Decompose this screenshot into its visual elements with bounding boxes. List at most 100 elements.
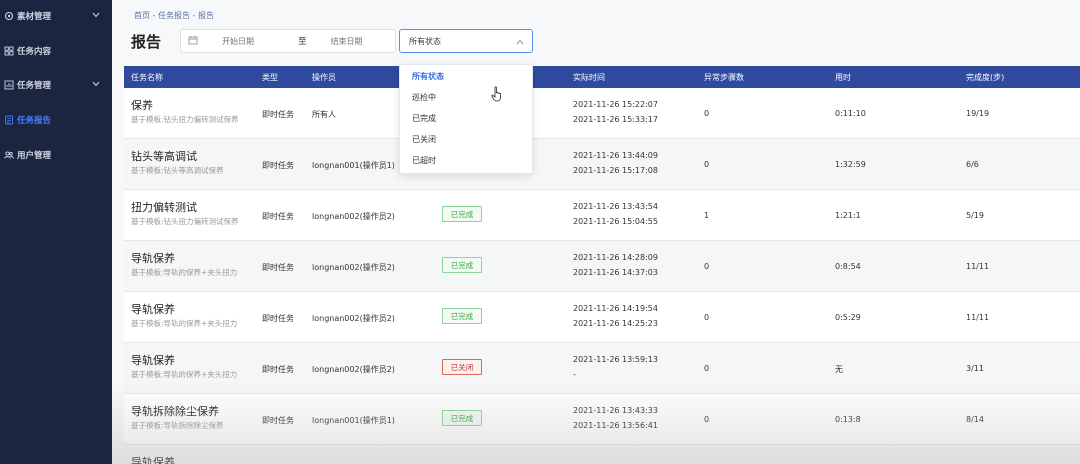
status-option-completed[interactable]: 已完成: [400, 108, 534, 129]
status-option-all[interactable]: 所有状态: [400, 66, 534, 87]
sidebar-item-user-management[interactable]: 用户管理: [0, 139, 112, 171]
completion: 11/11: [966, 313, 990, 322]
sidebar-item-label: 任务管理: [17, 81, 52, 91]
task-type: 即时任务: [262, 314, 294, 323]
report-icon: [4, 115, 14, 125]
completion: 5/19: [966, 211, 984, 220]
task-name: 导轨保养: [131, 252, 175, 265]
status-option-timeout[interactable]: 已超时: [400, 150, 534, 171]
main-content: 首页 - 任务报告 - 报告 报告 至 所有状态 任务名称 类型 操作员 实际时…: [112, 0, 1080, 464]
abnormal-steps: 0: [704, 160, 710, 169]
duration: 1:32:59: [835, 160, 866, 169]
column-header-abnormal-steps[interactable]: 异常步骤数: [704, 72, 744, 83]
start-time: 2021-11-26 13:44:09: [573, 151, 658, 160]
end-time: 2021-11-26 14:25:23: [573, 319, 658, 328]
start-time: 2021-11-26 14:19:54: [573, 304, 658, 313]
task-name: 导轨保养: [131, 354, 175, 367]
breadcrumb[interactable]: 首页 - 任务报告 - 报告: [134, 10, 214, 21]
chart-icon: [4, 80, 14, 90]
table-row[interactable]: 保养 基于模板:钻头扭力偏转测试保养 即时任务 所有人 2021-11-26 1…: [124, 88, 1080, 139]
task-type: 即时任务: [262, 110, 294, 119]
gear-icon: [4, 11, 14, 21]
completion: 6/6: [966, 160, 979, 169]
table-row[interactable]: 导轨保养 基于模板:导轨的保养+夹头扭力 即时任务 longnan002(操作员…: [124, 292, 1080, 343]
status-option-inspecting[interactable]: 巡检中: [400, 87, 534, 108]
status-badge: 已完成: [442, 410, 482, 426]
table-row[interactable]: 导轨保养 基于模板:导轨的保养+夹头扭力 即时任务 longnan002(操作员…: [124, 343, 1080, 394]
status-badge: 已完成: [442, 257, 482, 273]
table-row[interactable]: 导轨保养: [124, 445, 1080, 464]
start-time: 2021-11-26 13:43:33: [573, 406, 658, 415]
status-select[interactable]: 所有状态: [399, 29, 533, 53]
column-header-operator[interactable]: 操作员: [312, 72, 336, 83]
date-range-picker[interactable]: 至: [180, 29, 396, 53]
task-type: 即时任务: [262, 416, 294, 425]
task-type: 即时任务: [262, 212, 294, 221]
table-row[interactable]: 钻头等高调试 基于模板:钻头等高调试保养 即时任务 longnan001(操作员…: [124, 139, 1080, 190]
task-operator: longnan001(操作员1): [312, 161, 395, 170]
duration: 0:8:54: [835, 262, 861, 271]
task-name: 导轨保养: [131, 303, 175, 316]
hand-cursor-icon: [491, 86, 505, 105]
sidebar-item-task-management[interactable]: 任务管理: [0, 69, 112, 101]
sidebar-item-materials[interactable]: 素材管理: [0, 0, 112, 32]
sidebar: 素材管理 任务内容 任务管理 任务报告 用户管理: [0, 0, 112, 464]
table-row[interactable]: 导轨拆除除尘保养 基于模板:导轨拆除除尘保养 即时任务 longnan001(操…: [124, 394, 1080, 445]
status-option-closed[interactable]: 已关闭: [400, 129, 534, 150]
task-operator: longnan001(操作员1): [312, 416, 395, 425]
sidebar-item-task-content[interactable]: 任务内容: [0, 35, 112, 67]
abnormal-steps: 0: [704, 415, 710, 424]
task-operator: longnan002(操作员2): [312, 314, 395, 323]
column-header-duration[interactable]: 用时: [835, 72, 851, 83]
task-name: 保养: [131, 99, 153, 112]
duration: 0:5:29: [835, 313, 861, 322]
end-time: 2021-11-26 15:04:55: [573, 217, 658, 226]
task-type: 即时任务: [262, 263, 294, 272]
status-select-value: 所有状态: [409, 36, 441, 46]
end-date-input[interactable]: [330, 36, 391, 46]
grid-icon: [4, 46, 14, 56]
table-row[interactable]: 导轨保养 基于模板:导轨的保养+夹头扭力 即时任务 longnan002(操作员…: [124, 241, 1080, 292]
status-badge: 已完成: [442, 308, 482, 324]
abnormal-steps: 1: [704, 211, 710, 220]
status-badge: 已关闭: [442, 359, 482, 375]
column-header-name[interactable]: 任务名称: [131, 72, 163, 83]
column-header-actual-time[interactable]: 实际时间: [573, 72, 605, 83]
end-time: -: [573, 370, 576, 379]
start-date-input[interactable]: [222, 36, 272, 46]
status-dropdown-menu: 所有状态 巡检中 已完成 已关闭 已超时: [399, 64, 533, 174]
task-template: 基于模板:钻头扭力偏转测试保养: [131, 217, 239, 226]
start-time: 2021-11-26 13:43:54: [573, 202, 658, 211]
task-template: 基于模板:钻头扭力偏转测试保养: [131, 115, 239, 124]
duration: 0:11:10: [835, 109, 866, 118]
chevron-down-icon: [92, 80, 100, 90]
end-time: 2021-11-26 14:37:03: [573, 268, 658, 277]
task-template: 基于模板:导轨的保养+夹头扭力: [131, 370, 238, 379]
sidebar-item-label: 任务内容: [17, 47, 52, 57]
start-time: 2021-11-26 13:59:13: [573, 355, 658, 364]
completion: 3/11: [966, 364, 984, 373]
users-icon: [4, 150, 14, 160]
task-name: 扭力偏转测试: [131, 201, 197, 214]
calendar-icon: [188, 35, 198, 48]
end-time: 2021-11-26 15:33:17: [573, 115, 658, 124]
start-time: 2021-11-26 15:22:07: [573, 100, 658, 109]
column-header-completion[interactable]: 完成度(步): [966, 72, 1004, 83]
task-type: 即时任务: [262, 161, 294, 170]
completion: 8/14: [966, 415, 984, 424]
task-template: 基于模板:导轨的保养+夹头扭力: [131, 268, 238, 277]
page-title: 报告: [131, 33, 162, 51]
abnormal-steps: 0: [704, 364, 710, 373]
sidebar-item-label: 任务报告: [17, 116, 52, 126]
task-operator: longnan002(操作员2): [312, 263, 395, 272]
sidebar-item-task-report[interactable]: 任务报告: [0, 104, 112, 136]
task-name: 钻头等高调试: [131, 150, 197, 163]
column-header-type[interactable]: 类型: [262, 72, 278, 83]
task-template: 基于模板:导轨的保养+夹头扭力: [131, 319, 238, 328]
task-template: 基于模板:钻头等高调试保养: [131, 166, 224, 175]
sidebar-item-label: 用户管理: [17, 151, 52, 161]
task-operator: 所有人: [312, 110, 336, 119]
table-row[interactable]: 扭力偏转测试 基于模板:钻头扭力偏转测试保养 即时任务 longnan002(操…: [124, 190, 1080, 241]
range-separator: 至: [298, 37, 307, 47]
task-type: 即时任务: [262, 365, 294, 374]
